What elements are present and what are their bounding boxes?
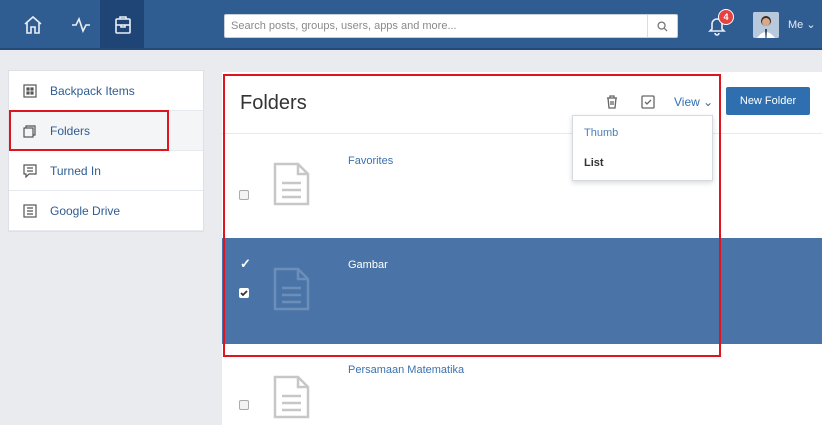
grid-icon — [23, 83, 37, 98]
document-icon — [23, 203, 37, 218]
user-menu-label: Me — [788, 19, 804, 31]
sidebar: Backpack Items Folders Turned In Google … — [8, 70, 204, 232]
view-option-list[interactable]: List — [584, 157, 604, 169]
search-input[interactable] — [231, 18, 631, 34]
top-navigation-bar: 4 Me ⌄ — [0, 0, 822, 50]
view-option-thumb[interactable]: Thumb — [584, 127, 618, 139]
sidebar-item-label: Google Drive — [50, 203, 121, 218]
folder-name[interactable]: Persamaan Matematika — [348, 364, 464, 376]
user-avatar[interactable] — [753, 12, 779, 38]
sidebar-item-label: Backpack Items — [50, 83, 135, 98]
topbar-divider — [0, 48, 822, 50]
backpack-icon[interactable] — [112, 14, 134, 36]
new-folder-button[interactable]: New Folder — [726, 87, 810, 115]
folder-checkbox[interactable] — [239, 400, 249, 410]
sidebar-item-label: Turned In — [50, 163, 101, 178]
user-menu[interactable]: Me ⌄ — [788, 18, 816, 31]
comment-icon — [23, 163, 37, 178]
chevron-down-icon: ⌄ — [806, 19, 816, 31]
view-dropdown-menu: Thumb List — [572, 115, 713, 181]
sidebar-item-google-drive[interactable]: Google Drive — [9, 191, 203, 231]
activity-icon[interactable] — [70, 14, 92, 36]
search-button[interactable] — [647, 15, 677, 37]
home-icon[interactable] — [22, 14, 44, 36]
sidebar-item-backpack-items[interactable]: Backpack Items — [9, 71, 203, 111]
highlight-box-folders — [9, 110, 169, 151]
search-icon — [657, 20, 668, 32]
sidebar-item-turned-in[interactable]: Turned In — [9, 151, 203, 191]
file-icon — [271, 374, 311, 420]
notification-badge: 4 — [718, 9, 734, 25]
search-bar — [224, 14, 678, 38]
